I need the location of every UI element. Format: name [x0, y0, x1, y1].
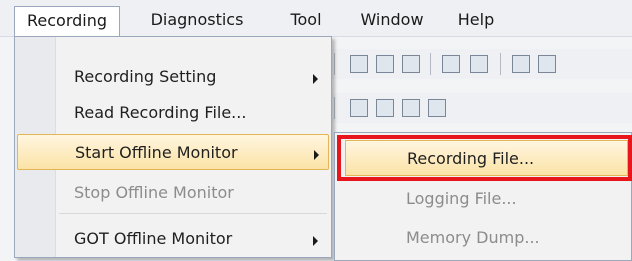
toolbar-icon[interactable]: [376, 99, 394, 117]
menu-item-label: Stop Offline Monitor: [74, 183, 234, 202]
submenu-item-label: Recording File...: [407, 149, 535, 168]
toolbar-row-2: [330, 93, 632, 123]
toolbar-icon[interactable]: [402, 55, 420, 73]
submenu-item-label: Logging File...: [406, 189, 517, 208]
menu-item-label: GOT Offline Monitor: [74, 229, 233, 248]
toolbar-separator: [430, 53, 431, 75]
toolbar-icon[interactable]: [376, 55, 394, 73]
submenu-item-recording-file[interactable]: Recording File...: [345, 140, 628, 176]
toolbar-icon[interactable]: [402, 99, 420, 117]
toolbar-row-1: [330, 49, 632, 79]
toolbar-separator: [334, 53, 335, 75]
recording-dropdown-menu: Recording Setting Read Recording File...…: [14, 36, 332, 258]
toolbar-icon[interactable]: [350, 99, 368, 117]
toolbar-icon[interactable]: [538, 55, 556, 73]
start-offline-monitor-submenu: Recording File... Logging File... Memory…: [334, 132, 632, 261]
submenu-item-logging-file[interactable]: Logging File...: [345, 181, 628, 217]
menu-help[interactable]: Help: [446, 6, 506, 36]
toolbar-icon[interactable]: [350, 55, 368, 73]
submenu-arrow-icon: [313, 236, 318, 246]
submenu-item-memory-dump[interactable]: Memory Dump...: [345, 220, 628, 256]
menu-item-label: Read Recording File...: [74, 103, 247, 122]
menu-window[interactable]: Window: [350, 6, 434, 36]
menu-item-read-recording-file[interactable]: Read Recording File...: [17, 95, 329, 131]
toolbar-icon[interactable]: [470, 55, 488, 73]
menu-diagnostics[interactable]: Diagnostics: [132, 6, 262, 36]
menu-item-label: Recording Setting: [74, 67, 217, 86]
menu-item-label: Start Offline Monitor: [75, 143, 238, 162]
menu-item-got-offline-monitor[interactable]: GOT Offline Monitor: [17, 221, 329, 257]
menu-bar: Recording Diagnostics Tool Window Help: [0, 0, 632, 37]
menu-tool[interactable]: Tool: [276, 6, 336, 36]
menu-separator: [59, 213, 327, 214]
menu-recording[interactable]: Recording: [14, 6, 120, 36]
menu-item-stop-offline-monitor[interactable]: Stop Offline Monitor: [17, 175, 329, 211]
submenu-arrow-icon: [313, 74, 318, 84]
submenu-item-label: Memory Dump...: [406, 228, 540, 247]
toolbar-separator: [500, 53, 501, 75]
toolbar-icon[interactable]: [442, 55, 460, 73]
toolbar-icon[interactable]: [428, 99, 446, 117]
menu-item-recording-setting[interactable]: Recording Setting: [17, 59, 329, 95]
toolbar-icon[interactable]: [512, 55, 530, 73]
submenu-arrow-icon: [314, 150, 319, 160]
toolbar-separator: [334, 97, 335, 119]
menu-item-start-offline-monitor[interactable]: Start Offline Monitor: [17, 134, 329, 170]
